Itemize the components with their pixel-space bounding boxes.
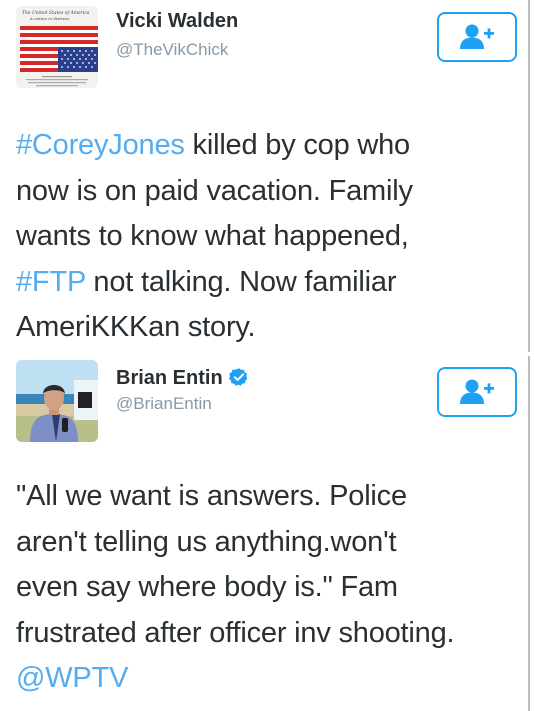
mention-link[interactable]: @WPTV — [16, 662, 128, 694]
text-segment: not talking. Now familiar — [85, 265, 397, 298]
follow-user-icon — [460, 379, 494, 404]
avatar[interactable] — [16, 360, 98, 442]
tweet-line: #FTP not talking. Now familiar — [16, 260, 521, 306]
tweet-line: wants to know what happened, — [16, 220, 409, 252]
display-name[interactable]: Vicki Walden — [116, 10, 238, 33]
tweet-card: The United States of America A nation in… — [0, 0, 534, 352]
username[interactable]: @TheVikChick — [116, 40, 228, 60]
upside-down-flag-avatar-image: The United States of America A nation in… — [16, 6, 98, 88]
divider — [528, 0, 530, 352]
reporter-photo-avatar-image — [16, 360, 98, 442]
display-name-text: Brian Entin — [116, 367, 223, 389]
verified-badge-icon — [228, 368, 248, 386]
follow-user-icon — [460, 24, 494, 49]
tweet-text: "All we want is answers. Police aren't t… — [16, 474, 521, 702]
text-segment: killed by cop who — [184, 129, 411, 161]
hashtag-link[interactable]: #FTP — [16, 266, 86, 298]
tweet-text: #CoreyJones killed by cop who now is on … — [16, 123, 521, 351]
tweet-line: aren't telling us anything.won't — [16, 525, 397, 558]
tweet-line: frustrated after officer inv shooting. — [16, 616, 455, 649]
svg-text:A nation in distress: A nation in distress — [29, 16, 69, 21]
divider — [528, 356, 530, 711]
tweet-line: now is on paid vacation. Family — [16, 174, 413, 207]
tweet-line: @WPTV — [16, 656, 521, 702]
tweet-line: #CoreyJones killed by cop who — [16, 123, 521, 169]
tweet-card: Brian Entin @BrianEntin "All we want is … — [0, 352, 534, 711]
follow-button[interactable] — [437, 12, 517, 62]
follow-button[interactable] — [437, 367, 517, 417]
tweet-line: AmeriKKKan story. — [16, 311, 256, 343]
username[interactable]: @BrianEntin — [116, 394, 212, 414]
hashtag-link[interactable]: #CoreyJones — [16, 129, 185, 161]
display-name[interactable]: Brian Entin — [116, 367, 249, 390]
avatar[interactable]: The United States of America A nation in… — [16, 6, 98, 88]
tweet-line: even say where body is." Fam — [16, 571, 398, 603]
tweet-line: "All we want is answers. Police — [16, 480, 407, 512]
